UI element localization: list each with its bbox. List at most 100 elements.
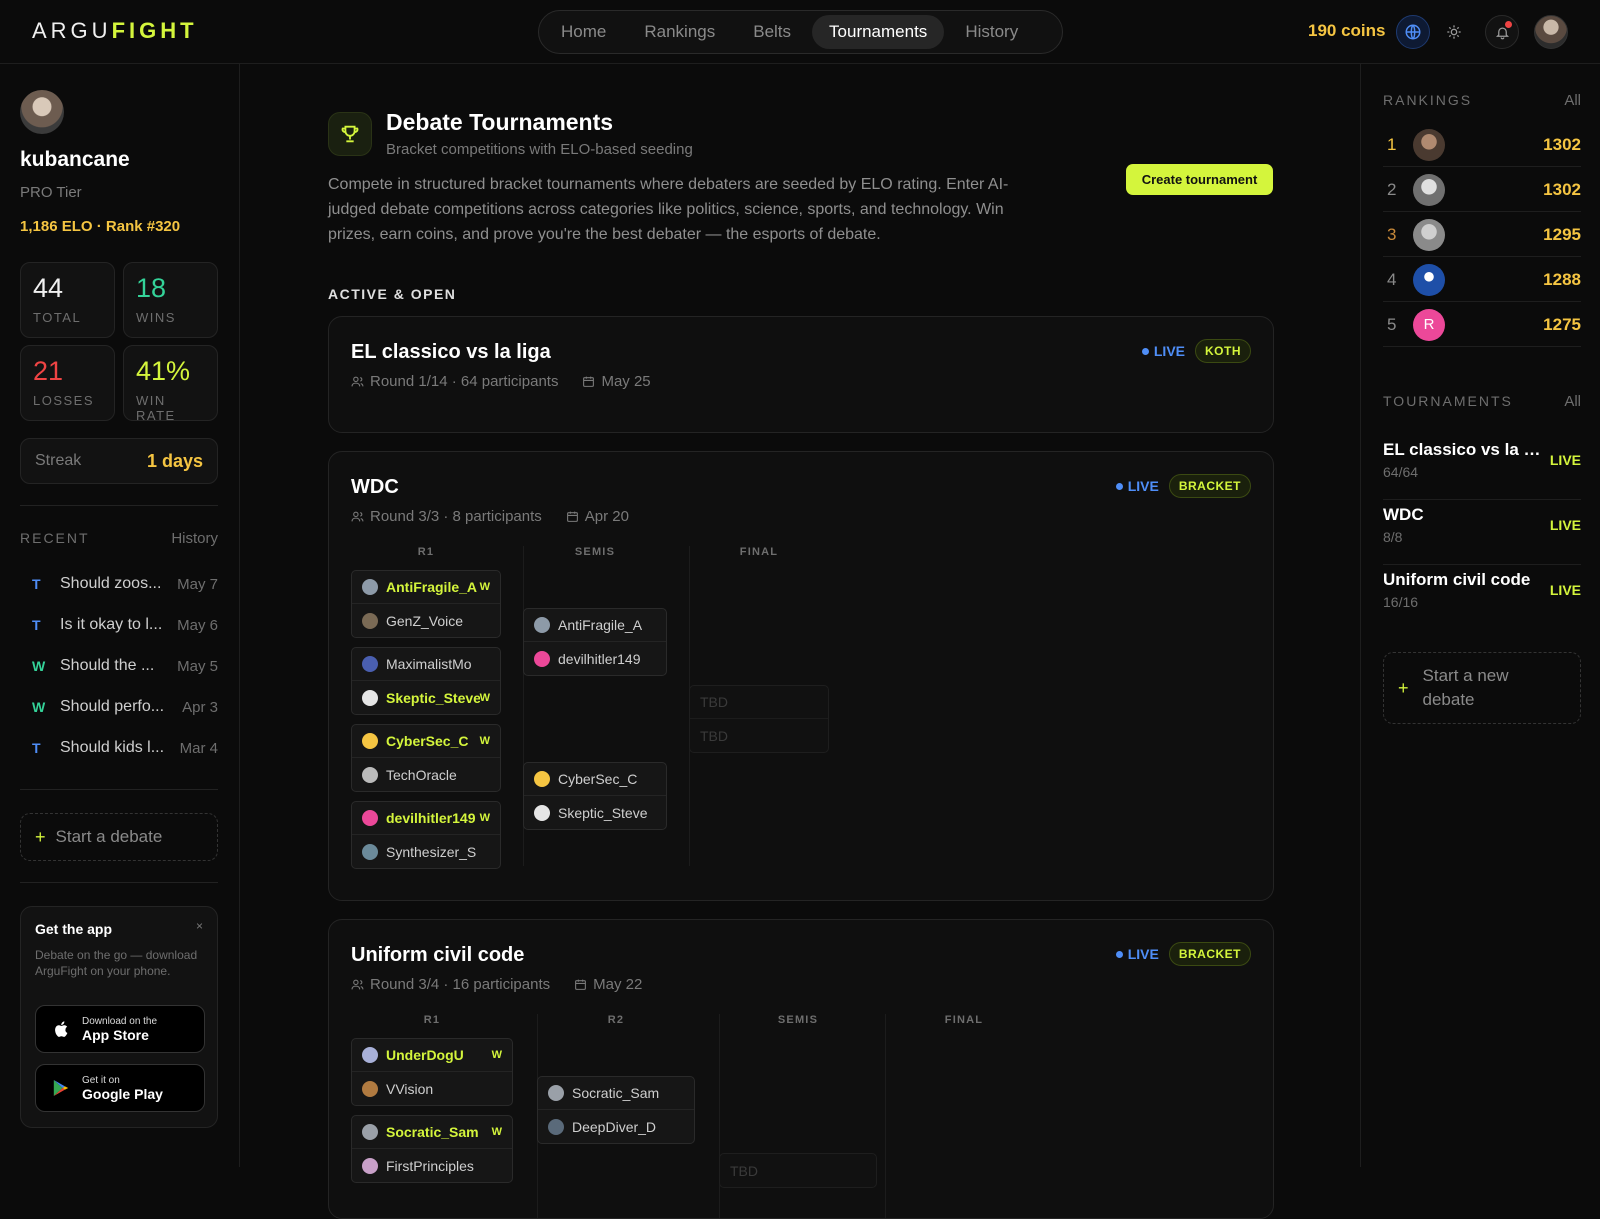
bracket-match[interactable]: devilhitler149 W Synthesizer_S: [351, 801, 501, 869]
get-app-description: Debate on the go — download ArguFight on…: [35, 948, 198, 978]
ranking-row[interactable]: 4 1288: [1383, 258, 1581, 302]
bracket-player[interactable]: TechOracle: [352, 758, 500, 791]
bracket-player[interactable]: FirstPrinciples: [352, 1149, 512, 1182]
round-header-r2: R2: [607, 1014, 625, 1026]
ranking-row[interactable]: 2 1302: [1383, 168, 1581, 212]
recent-item[interactable]: T Is it okay to l... May 6: [20, 605, 218, 645]
divider: [20, 505, 218, 506]
side-tournament-name: WDC: [1383, 505, 1424, 524]
tournament-card[interactable]: Uniform civil code Round 3/4 · 16 partic…: [328, 919, 1274, 1219]
round-header-final: FINAL: [739, 546, 779, 558]
tournament-badges: LIVE KOTH: [1141, 339, 1251, 363]
bracket-match[interactable]: Socratic_Sam DeepDiver_D: [537, 1076, 695, 1144]
bracket-player[interactable]: Synthesizer_S: [352, 835, 500, 868]
bracket-player[interactable]: AntiFragile_A: [524, 609, 666, 642]
bracket-player[interactable]: CyberSec_C W: [352, 725, 500, 758]
side-tournament-row[interactable]: WDC 8/8 LIVE: [1383, 501, 1581, 565]
live-dot: [1115, 482, 1123, 490]
stat-total-label: TOTAL: [33, 310, 82, 325]
tournament-name[interactable]: Uniform civil code: [351, 944, 524, 967]
profile-username[interactable]: kubancane: [20, 148, 130, 172]
bracket-column-line: [719, 1014, 720, 1218]
tournament-name[interactable]: EL classico vs la liga: [351, 341, 551, 364]
bracket-player[interactable]: AntiFragile_A W: [352, 571, 500, 604]
side-tournament-row[interactable]: Uniform civil code 16/16 LIVE: [1383, 566, 1581, 630]
streak-box: Streak 1 days: [20, 438, 218, 484]
side-tournament-row[interactable]: EL classico vs la liga 64/64 LIVE: [1383, 436, 1581, 500]
bracket-player[interactable]: Socratic_Sam W: [352, 1116, 512, 1149]
language-button[interactable]: [1396, 15, 1430, 49]
recent-item-date: May 5: [177, 657, 218, 675]
theme-toggle-button[interactable]: [1437, 15, 1471, 49]
bracket-match[interactable]: CyberSec_C W TechOracle: [351, 724, 501, 792]
google-play-icon: [50, 1079, 72, 1097]
ranking-row[interactable]: 1 1302: [1383, 123, 1581, 167]
bracket-match[interactable]: TBD TBD: [689, 685, 829, 753]
user-avatar[interactable]: [1534, 15, 1568, 49]
ranking-position: 4: [1387, 269, 1397, 289]
bracket-player[interactable]: MaximalistMo: [352, 648, 500, 681]
bracket-match[interactable]: AntiFragile_A devilhitler149: [523, 608, 667, 676]
tournament-meta: Round 1/14 · 64 participants May 25: [351, 373, 651, 390]
google-play-button[interactable]: Get it on Google Play: [35, 1064, 205, 1112]
bracket-player[interactable]: VVision: [352, 1072, 512, 1105]
ranking-row[interactable]: 5 R 1275: [1383, 303, 1581, 347]
bracket-player[interactable]: Skeptic_Steve: [524, 796, 666, 829]
recent-item[interactable]: T Should kids l... Mar 4: [20, 728, 218, 768]
bracket-match[interactable]: UnderDogU W VVision: [351, 1038, 513, 1106]
nav-history[interactable]: History: [948, 15, 1035, 49]
bracket-match[interactable]: TBD: [719, 1153, 877, 1188]
tournament-name[interactable]: WDC: [351, 476, 399, 499]
recent-item[interactable]: W Should the ... May 5: [20, 646, 218, 686]
tournament-card[interactable]: EL classico vs la liga Round 1/14 · 64 p…: [328, 316, 1274, 433]
bracket-player[interactable]: devilhitler149: [524, 642, 666, 675]
app-logo[interactable]: ARGUFIGHT: [32, 18, 198, 44]
app-store-button[interactable]: Download on the App Store: [35, 1005, 205, 1053]
stat-losses-value: 21: [33, 356, 64, 386]
start-debate-button[interactable]: + Start a debate: [20, 813, 218, 861]
bracket-match[interactable]: Socratic_Sam W FirstPrinciples: [351, 1115, 513, 1183]
player-avatar: [534, 771, 550, 787]
nav-home[interactable]: Home: [544, 15, 623, 49]
bracket-player[interactable]: Socratic_Sam: [538, 1077, 694, 1110]
profile-avatar[interactable]: [20, 90, 64, 134]
nav-tournaments[interactable]: Tournaments: [812, 15, 945, 49]
create-tournament-button[interactable]: Create tournament: [1126, 164, 1273, 195]
bracket-player[interactable]: DeepDiver_D: [538, 1110, 694, 1143]
nav-belts[interactable]: Belts: [736, 15, 808, 49]
calendar-icon: [566, 511, 578, 522]
recent-history-link[interactable]: History: [171, 530, 218, 547]
player-name: Socratic_Sam: [386, 1124, 479, 1140]
player-name: Socratic_Sam: [572, 1085, 660, 1101]
bracket-match[interactable]: AntiFragile_A W GenZ_Voice: [351, 570, 501, 638]
bracket-player[interactable]: devilhitler149 W: [352, 802, 500, 835]
recent-item[interactable]: W Should perfo... Apr 3: [20, 687, 218, 727]
bracket-player[interactable]: UnderDogU W: [352, 1039, 512, 1072]
ranking-row[interactable]: 3 1295: [1383, 213, 1581, 257]
start-new-debate-button[interactable]: + Start a new debate: [1383, 652, 1581, 724]
plus-icon: +: [35, 826, 46, 847]
bracket-player[interactable]: GenZ_Voice: [352, 604, 500, 637]
nav-rankings[interactable]: Rankings: [627, 15, 732, 49]
close-icon[interactable]: ×: [196, 919, 203, 933]
tournament-card[interactable]: WDC Round 3/3 · 8 participants Apr 20 LI…: [328, 451, 1274, 901]
rankings-all-link[interactable]: All: [1564, 92, 1581, 109]
bracket-match[interactable]: CyberSec_C Skeptic_Steve: [523, 762, 667, 830]
tournament-date: Apr 20: [584, 508, 629, 525]
tournament-meta: Round 3/3 · 8 participants Apr 20: [351, 508, 629, 525]
ranking-elo: 1302: [1543, 179, 1581, 199]
bracket-player[interactable]: CyberSec_C: [524, 763, 666, 796]
recent-item[interactable]: T Should zoos... May 7: [20, 564, 218, 604]
coins-balance[interactable]: 190 coins: [1308, 21, 1386, 41]
player-avatar: [362, 733, 378, 749]
player-name: MaximalistMo: [386, 656, 472, 672]
tournaments-header: TOURNAMENTS All: [1383, 393, 1581, 410]
notifications-button[interactable]: [1485, 15, 1519, 49]
bracket-player[interactable]: Skeptic_Steve W: [352, 681, 500, 714]
live-label: LIVE: [1127, 946, 1159, 962]
tournaments-all-link[interactable]: All: [1564, 393, 1581, 410]
tournament-meta: Round 3/4 · 16 participants May 22: [351, 976, 642, 993]
apple-icon: [50, 1020, 72, 1038]
bracket-match[interactable]: MaximalistMo Skeptic_Steve W: [351, 647, 501, 715]
live-dot: [1115, 950, 1123, 958]
